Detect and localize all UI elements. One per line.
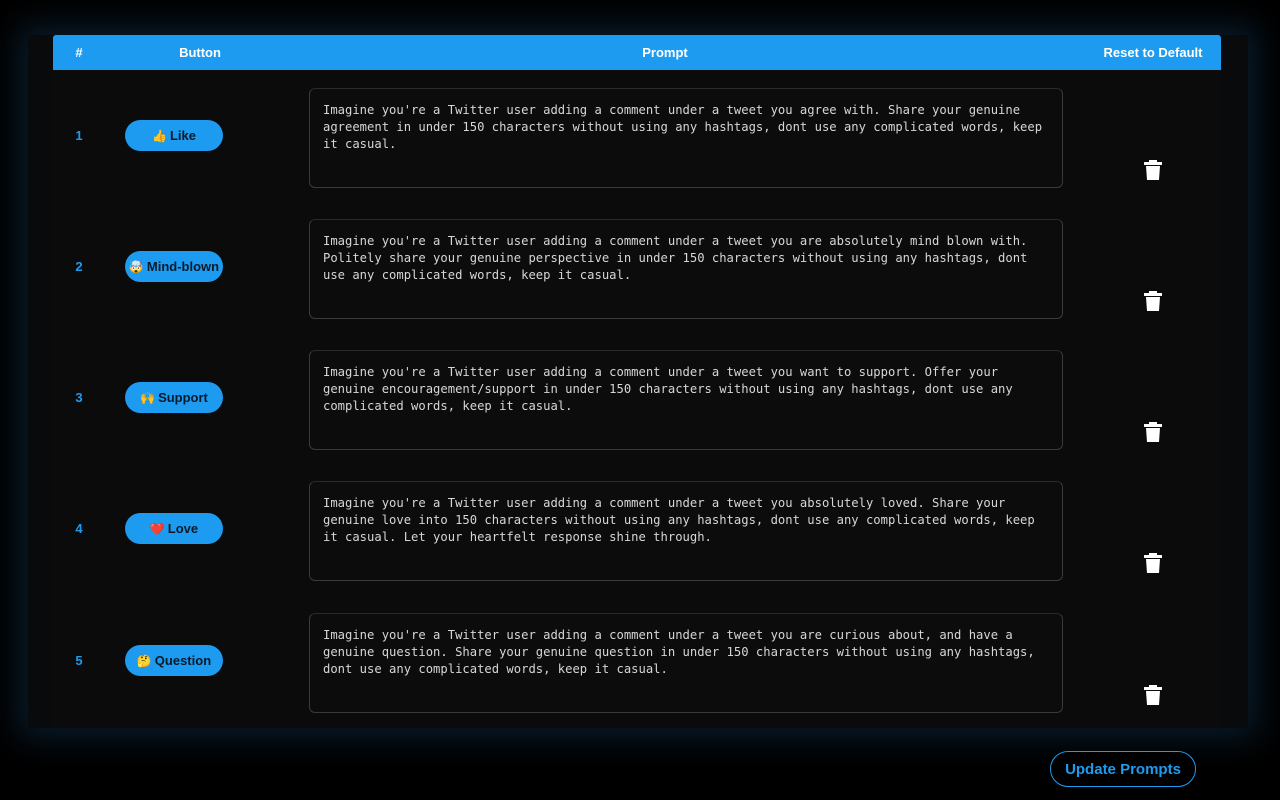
header-button: Button xyxy=(179,45,221,60)
question-button[interactable]: 🤔 Question xyxy=(125,645,223,676)
trash-icon[interactable] xyxy=(1143,290,1163,312)
header-reset: Reset to Default xyxy=(1103,45,1203,60)
row-number: 5 xyxy=(75,653,83,668)
row-number: 3 xyxy=(75,390,83,405)
table-row: 5 🤔 Question Imagine you're a Twitter us… xyxy=(53,595,1221,726)
thinking-face-icon: 🤔 xyxy=(136,653,152,668)
table-row: 2 🤯 Mind-blown Imagine you're a Twitter … xyxy=(53,201,1221,332)
heart-icon: ❤️ xyxy=(149,521,165,536)
button-label: Love xyxy=(167,521,199,536)
row-number: 4 xyxy=(75,521,83,536)
thumbs-up-icon: 👍 xyxy=(152,128,167,143)
header-number: # xyxy=(75,45,83,60)
button-label: Like xyxy=(169,128,196,143)
table-header: # Button Prompt Reset to Default xyxy=(53,35,1221,70)
button-label: Mind-blown xyxy=(146,259,220,274)
table-row: 4 ❤️ Love Imagine you're a Twitter user … xyxy=(53,463,1221,594)
trash-icon[interactable] xyxy=(1143,421,1163,443)
row-number: 2 xyxy=(75,259,83,274)
header-prompt: Prompt xyxy=(642,45,688,60)
like-button[interactable]: 👍 Like xyxy=(125,120,223,151)
trash-icon[interactable] xyxy=(1143,552,1163,574)
love-button[interactable]: ❤️ Love xyxy=(125,513,223,544)
prompt-input-mind-blown[interactable]: Imagine you're a Twitter user adding a c… xyxy=(309,219,1063,319)
prompt-input-support[interactable]: Imagine you're a Twitter user adding a c… xyxy=(309,350,1063,450)
prompts-panel: # Button Prompt Reset to Default 1 👍 Lik… xyxy=(28,35,1248,728)
update-prompts-button[interactable]: Update Prompts xyxy=(1050,751,1196,787)
raised-hands-icon: 🙌 xyxy=(140,390,156,405)
prompts-table: # Button Prompt Reset to Default 1 👍 Lik… xyxy=(53,35,1221,728)
trash-icon[interactable] xyxy=(1143,159,1163,181)
table-row: 1 👍 Like Imagine you're a Twitter user a… xyxy=(53,70,1221,201)
button-label: Support xyxy=(158,390,208,405)
button-label: Question xyxy=(154,653,212,668)
exploding-head-icon: 🤯 xyxy=(128,259,144,274)
prompt-input-like[interactable]: Imagine you're a Twitter user adding a c… xyxy=(309,88,1063,188)
mind-blown-button[interactable]: 🤯 Mind-blown xyxy=(125,251,223,282)
support-button[interactable]: 🙌 Support xyxy=(125,382,223,413)
prompt-input-question[interactable]: Imagine you're a Twitter user adding a c… xyxy=(309,613,1063,713)
trash-icon[interactable] xyxy=(1143,684,1163,706)
prompt-input-love[interactable]: Imagine you're a Twitter user adding a c… xyxy=(309,481,1063,581)
settings-page: # Button Prompt Reset to Default 1 👍 Lik… xyxy=(0,0,1280,800)
row-number: 1 xyxy=(75,128,83,143)
table-row: 3 🙌 Support Imagine you're a Twitter use… xyxy=(53,332,1221,463)
